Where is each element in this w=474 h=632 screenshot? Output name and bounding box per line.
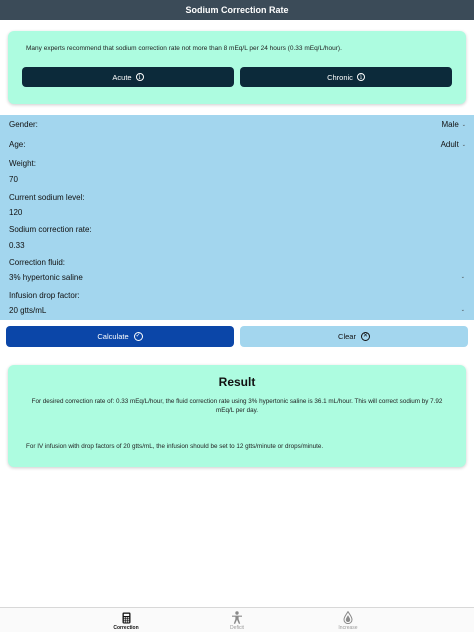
weight-input[interactable]: 70 — [9, 175, 18, 184]
info-icon: i — [135, 73, 144, 81]
tab-increase[interactable]: Increase — [318, 611, 378, 631]
chronic-button[interactable]: Chronic i — [240, 67, 452, 87]
tab-label: Correction — [113, 625, 139, 631]
correction-rate-input[interactable]: 0.33 — [9, 241, 25, 250]
correction-fluid-select[interactable]: 3% hypertonic saline — [9, 273, 83, 282]
age-label: Age: — [9, 140, 26, 149]
drop-factor-label: Infusion drop factor: — [9, 291, 80, 300]
sodium-level-input[interactable]: 120 — [9, 208, 22, 217]
tab-bar: Correction Deficit Increase — [0, 607, 474, 632]
gender-select[interactable]: Male ⌄ — [441, 120, 466, 129]
recommendation-text: Many experts recommend that sodium corre… — [26, 45, 342, 52]
drop-factor-select[interactable]: 20 gtts/mL — [9, 306, 46, 315]
chevron-down-icon: ⌄ — [461, 121, 466, 128]
tab-label: Increase — [338, 625, 358, 631]
gender-label: Gender: — [9, 120, 38, 129]
tab-deficit[interactable]: Deficit — [207, 611, 267, 631]
calculate-label: Calculate — [97, 332, 129, 341]
nav-bar: Sodium Correction Rate — [0, 0, 474, 20]
chronic-label: Chronic — [327, 72, 353, 82]
checkmark-circle-icon: ✓ — [133, 332, 143, 341]
tab-correction[interactable]: Correction — [96, 611, 156, 631]
info-card: Many experts recommend that sodium corre… — [8, 31, 466, 104]
weight-label: Weight: — [9, 159, 36, 168]
input-form: Gender: Male ⌄ Age: Adult ⌄ Weight: 70 C… — [0, 115, 474, 320]
chevron-down-icon: ⌄ — [460, 274, 465, 280]
correction-rate-label: Sodium correction rate: — [9, 225, 92, 234]
info-icon: i — [356, 73, 365, 81]
age-select[interactable]: Adult ⌄ — [441, 140, 466, 149]
calculator-icon — [96, 611, 156, 624]
acute-button[interactable]: Acute i — [22, 67, 234, 87]
result-title: Result — [218, 375, 256, 389]
chevron-down-icon: ⌄ — [461, 141, 466, 148]
page-title: Sodium Correction Rate — [185, 5, 289, 15]
age-value: Adult — [440, 140, 459, 149]
clear-button[interactable]: Clear ✕ — [240, 326, 468, 347]
acute-label: Acute — [112, 72, 132, 82]
person-icon — [207, 611, 267, 624]
sodium-level-label: Current sodium level: — [9, 193, 85, 202]
correction-fluid-label: Correction fluid: — [9, 258, 66, 267]
drop-icon — [318, 611, 378, 624]
calculate-button[interactable]: Calculate ✓ — [6, 326, 234, 347]
gender-value: Male — [441, 120, 459, 129]
x-circle-icon: ✕ — [360, 332, 370, 341]
result-rate-text: For desired correction rate of: 0.33 mEq… — [31, 398, 443, 414]
chevron-down-icon: ⌄ — [460, 307, 465, 313]
result-infusion-text: For IV infusion with drop factors of 20 … — [26, 443, 324, 450]
result-card: Result For desired correction rate of: 0… — [8, 365, 466, 467]
tab-label: Deficit — [230, 625, 244, 631]
clear-label: Clear — [338, 332, 356, 341]
